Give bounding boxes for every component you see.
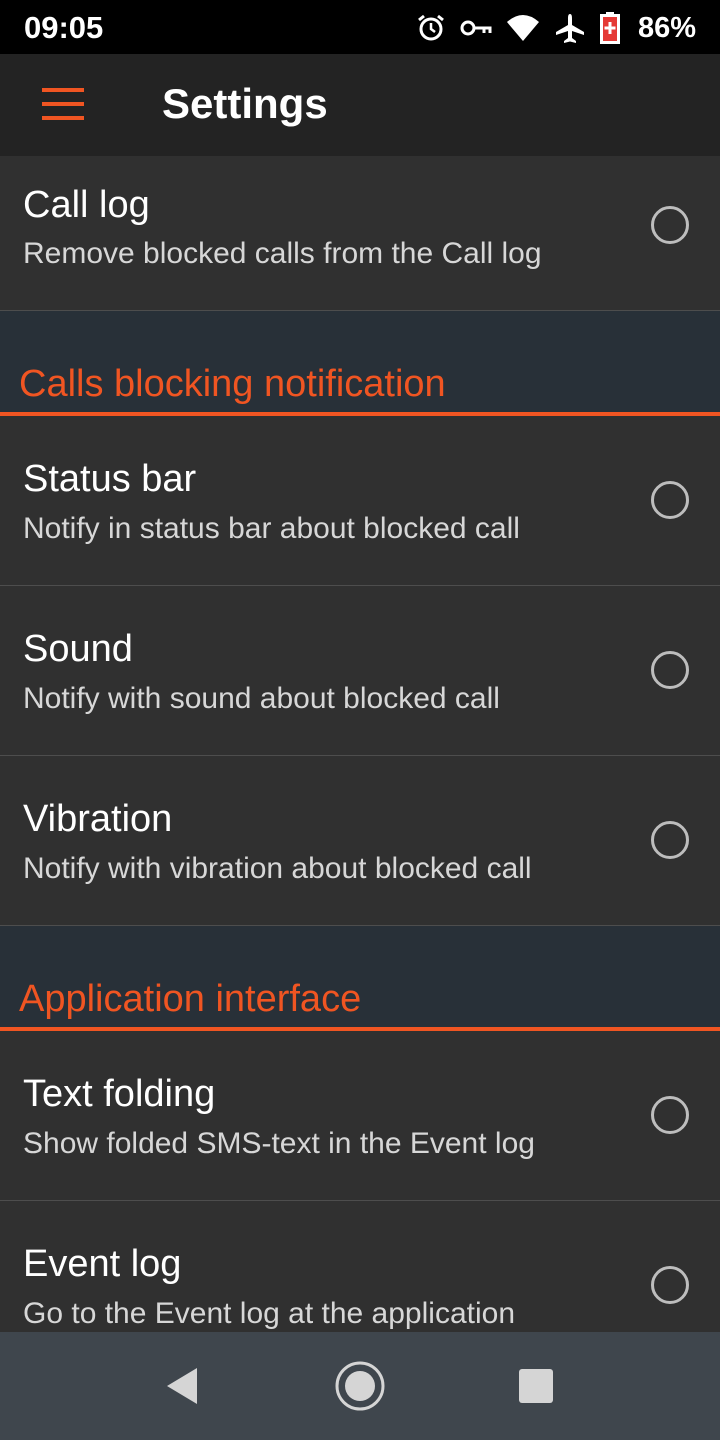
pref-summary: Notify with vibration about blocked call (23, 852, 532, 885)
pref-call-log[interactable]: Call log Remove blocked calls from the C… (0, 156, 720, 311)
settings-list[interactable]: Call log Remove blocked calls from the C… (0, 156, 720, 1332)
category-title: Calls blocking notification (19, 363, 446, 405)
pref-title: Call log (23, 184, 150, 226)
radio-button[interactable] (651, 651, 689, 689)
pref-sound[interactable]: Sound Notify with sound about blocked ca… (0, 586, 720, 756)
pref-summary: Go to the Event log at the application (23, 1297, 515, 1330)
pref-vibration[interactable]: Vibration Notify with vibration about bl… (0, 756, 720, 926)
navigation-bar (0, 1332, 720, 1440)
alarm-icon (418, 14, 444, 41)
pref-title: Text folding (23, 1073, 216, 1115)
radio-button[interactable] (651, 1096, 689, 1134)
pref-title: Status bar (23, 458, 197, 500)
hamburger-menu-icon[interactable] (30, 80, 94, 130)
app-bar: Settings (0, 54, 720, 156)
category-calls-blocking-notification: Calls blocking notification (0, 311, 720, 416)
pref-status-bar[interactable]: Status bar Notify in status bar about bl… (0, 416, 720, 586)
vpn-key-icon (460, 20, 492, 36)
radio-button[interactable] (651, 481, 689, 519)
pref-event-log[interactable]: Event log Go to the Event log at the app… (0, 1201, 720, 1332)
pref-summary: Notify with sound about blocked call (23, 682, 500, 715)
battery-icon (599, 12, 620, 44)
pref-summary: Notify in status bar about blocked call (23, 512, 520, 545)
status-icons: 86% (416, 8, 696, 48)
pref-title: Event log (23, 1243, 182, 1285)
status-time: 09:05 (24, 10, 104, 45)
category-application-interface: Application interface (0, 926, 720, 1031)
page-title: Settings (162, 80, 328, 127)
category-title: Application interface (19, 978, 362, 1020)
pref-title: Vibration (23, 798, 173, 840)
pref-title: Sound (23, 628, 133, 670)
status-bar: 09:05 86% (0, 0, 720, 54)
radio-button[interactable] (651, 821, 689, 859)
wifi-icon (506, 15, 539, 41)
radio-button[interactable] (651, 206, 689, 244)
airplane-icon (555, 14, 584, 43)
pref-summary: Remove blocked calls from the Call log (23, 237, 542, 270)
recents-icon[interactable] (510, 1360, 562, 1412)
pref-text-folding[interactable]: Text folding Show folded SMS-text in the… (0, 1031, 720, 1201)
home-icon[interactable] (334, 1360, 386, 1412)
battery-percent: 86% (637, 11, 696, 44)
pref-summary: Show folded SMS-text in the Event log (23, 1127, 535, 1160)
back-icon[interactable] (155, 1360, 207, 1412)
radio-button[interactable] (651, 1266, 689, 1304)
